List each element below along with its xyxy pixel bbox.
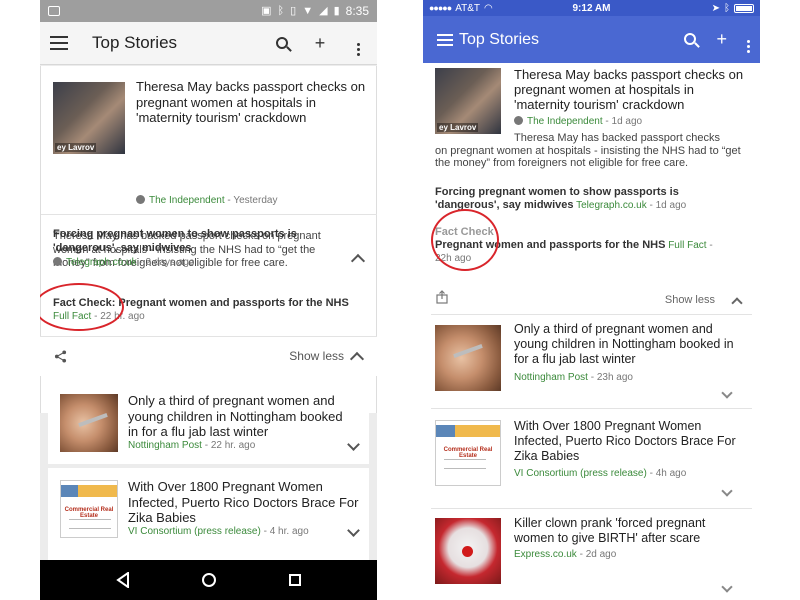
story-actions-row: Show less [40,336,377,376]
annotation-circle [431,209,499,271]
location-icon: ➤ [711,3,720,14]
divider [431,314,752,315]
ios-toolbar: Top Stories + [423,16,760,63]
signal-icon: ◢ [319,4,328,17]
home-icon[interactable] [202,573,217,587]
add-icon[interactable]: + [716,29,727,50]
briefcase-icon: ▣ [261,4,272,17]
story-card[interactable]: Only a third of pregnant women and young… [48,382,369,464]
add-icon[interactable]: + [311,33,329,54]
lead-story-snippet: Theresa May has backed passport checks o… [435,132,741,169]
share-icon[interactable] [436,290,448,304]
story-actions-row: Show less [435,287,745,311]
globe-icon [53,257,62,266]
chevron-down-icon[interactable] [347,524,360,537]
battery-icon [734,4,754,13]
story-source: Nottingham Post - 22 hr. ago [128,440,256,451]
more-options-icon[interactable] [747,27,750,53]
related-story-source: Telegraph.co.uk - 2 days ago [53,257,194,268]
search-icon[interactable] [273,33,291,54]
related-story-title[interactable]: Forcing pregnant women to show passports… [53,228,363,255]
notification-icon [48,6,60,16]
wifi-icon: ▼ [302,4,314,17]
flu-jab-thumbnail [60,394,118,452]
android-nav-bar [40,560,377,600]
vibrate-icon: ▯ [290,4,297,17]
chevron-down-icon[interactable] [347,438,360,451]
story-title[interactable]: With Over 1800 Pregnant Women Infected, … [514,419,742,464]
lead-story-image: ey Lavrov [53,82,125,154]
status-time: 8:35 [345,4,369,18]
chevron-up-icon[interactable] [349,351,365,367]
chevron-down-icon[interactable] [721,581,733,593]
recent-apps-icon[interactable] [288,574,301,586]
android-toolbar: Top Stories + [40,22,377,65]
divider [431,508,752,509]
real-estate-flyer-thumbnail: Commercial Real Estate [435,420,501,486]
image-caption: ey Lavrov [55,143,97,152]
lead-story-title[interactable]: Theresa May backs passport checks on pre… [136,79,366,126]
ios-phone: ●●●●● AT&T ◠ 9:12 AM ➤ ᛒ Top Stories + ey L… [423,0,760,600]
related-story[interactable]: Forcing pregnant women to show passports… [435,186,745,212]
clown-thumbnail [435,518,501,584]
menu-icon[interactable] [437,33,453,46]
globe-icon [136,195,145,204]
story-card[interactable]: Commercial Real Estate With Over 1800 Pr… [48,468,369,560]
globe-icon [514,116,523,125]
page-title: Top Stories [459,30,540,48]
show-less-button[interactable]: Show less [665,294,715,306]
lead-story-source: The Independent - Yesterday [136,195,277,206]
story-source: Express.co.uk - 2d ago [514,549,617,560]
story-title[interactable]: Only a third of pregnant women and young… [128,393,353,440]
chevron-up-icon[interactable] [731,297,743,309]
real-estate-flyer-thumbnail: Commercial Real Estate [60,480,118,538]
android-status-bar: ▣ ᛒ ▯ ▼ ◢ ▮ 8:35 [40,0,377,22]
menu-icon[interactable] [50,36,68,50]
divider [431,408,752,409]
story-title[interactable]: With Over 1800 Pregnant Women Infected, … [128,479,363,526]
lead-story-title[interactable]: Theresa May backs passport checks on pre… [514,67,746,112]
battery-icon: ▮ [333,4,340,17]
back-icon[interactable] [116,572,130,588]
lead-story-image: ey Lavrov [435,68,501,134]
search-icon[interactable] [684,29,697,50]
page-title: Top Stories [92,33,178,52]
bluetooth-icon: ᛒ [724,3,730,14]
show-less-button[interactable]: Show less [289,349,344,363]
share-icon[interactable] [54,350,67,363]
story-title[interactable]: Killer clown prank 'forced pregnant wome… [514,516,742,546]
ios-status-bar: ●●●●● AT&T ◠ 9:12 AM ➤ ᛒ [423,0,760,16]
ios-story-list: ey Lavrov Theresa May backs passport che… [423,63,760,600]
android-phone: ▣ ᛒ ▯ ▼ ◢ ▮ 8:35 Top Stories + ey Lavrov… [40,0,377,600]
chevron-down-icon[interactable] [721,485,733,497]
lead-story-source: The Independent - 1d ago [514,116,642,127]
chevron-up-icon[interactable] [350,253,366,269]
comparison-screenshot: ▣ ᛒ ▯ ▼ ◢ ▮ 8:35 Top Stories + ey Lavrov… [0,0,800,600]
bluetooth-icon: ᛒ [277,4,285,17]
story-source: Nottingham Post - 23h ago [514,372,633,383]
divider [41,214,377,215]
status-time: 9:12 AM [572,2,611,14]
more-options-icon[interactable] [349,30,367,56]
story-source: VI Consortium (press release) - 4 hr. ag… [128,526,309,537]
story-title[interactable]: Only a third of pregnant women and young… [514,322,742,367]
story-source: VI Consortium (press release) - 4h ago [514,468,687,479]
chevron-down-icon[interactable] [721,387,733,399]
flu-jab-thumbnail [435,325,501,391]
